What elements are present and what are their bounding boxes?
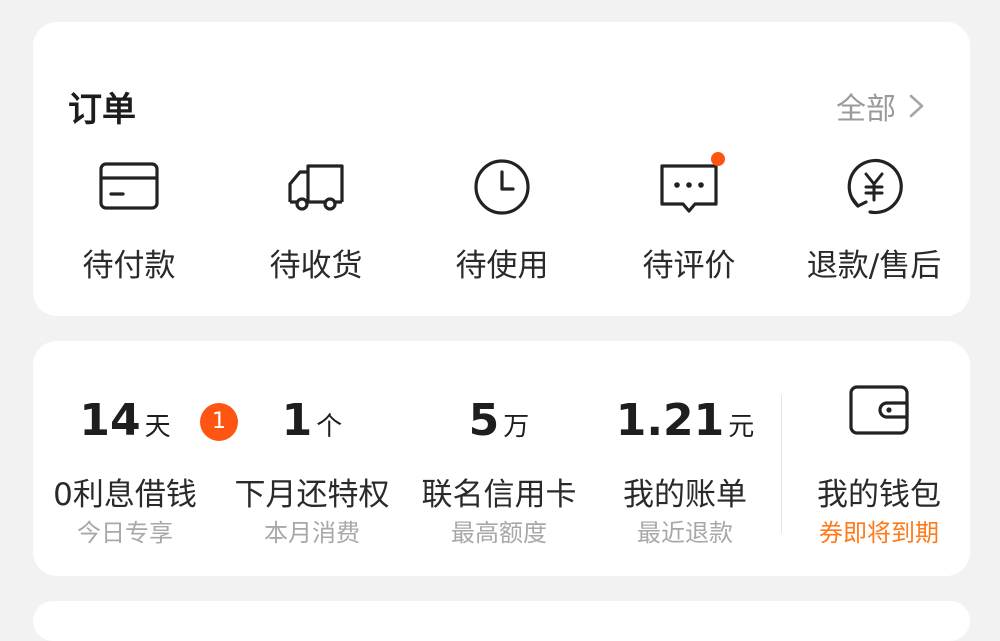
finance-value-number: 1.21	[615, 395, 725, 446]
view-all-label: 全部	[836, 92, 896, 127]
finance-item-bill[interactable]: 1.21 元 我的账单 最近退款	[590, 381, 780, 551]
view-all-orders-link[interactable]: 全部	[836, 84, 926, 128]
finance-item-wallet[interactable]: 我的钱包 券即将到期	[784, 381, 974, 551]
order-item-label: 待评价	[642, 248, 736, 284]
finance-value: 5万	[404, 395, 594, 446]
finance-subtitle: 最近退款	[637, 519, 733, 547]
finance-item-loan[interactable]: 14 天 1 0利息借钱 今日专享	[30, 381, 238, 551]
divider	[781, 395, 782, 533]
next-card	[33, 601, 970, 641]
truck-icon	[288, 164, 344, 211]
clock-icon	[474, 159, 530, 215]
order-item-label: 待付款	[82, 248, 176, 284]
order-item-label: 退款/售后	[806, 248, 942, 284]
finance-value-unit: 个	[316, 412, 343, 442]
finance-value-unit: 天	[144, 412, 171, 442]
yuan-refund-icon	[847, 158, 903, 215]
order-pending-use[interactable]: 待使用	[417, 154, 587, 304]
finance-subtitle: 今日专享	[77, 519, 173, 547]
order-pending-review[interactable]: 待评价	[604, 152, 774, 304]
finance-title: 0利息借钱	[53, 477, 197, 513]
card-icon	[99, 162, 159, 210]
finance-value-unit: 万	[503, 412, 530, 442]
order-section-title: 订单	[68, 90, 136, 130]
order-pending-receipt[interactable]: 待收货	[231, 154, 401, 304]
order-refund-aftersale[interactable]: 退款/售后	[789, 154, 959, 304]
comment-icon	[660, 164, 718, 213]
order-pending-payment[interactable]: 待付款	[44, 154, 214, 304]
finance-title: 我的账单	[623, 477, 747, 513]
finance-item-next-month[interactable]: 1个 下月还特权 本月消费	[217, 381, 407, 551]
finance-value: 1个	[217, 395, 407, 446]
finance-value-number: 1	[281, 395, 313, 446]
finance-value-number: 14	[79, 395, 141, 446]
finance-subtitle: 本月消费	[264, 519, 360, 547]
notification-dot	[711, 152, 725, 166]
wallet-icon	[849, 385, 909, 435]
finance-value: 14 天	[30, 395, 220, 446]
finance-subtitle: 最高额度	[451, 519, 547, 547]
finance-title: 联名信用卡	[421, 477, 577, 513]
order-card: 订单 全部 待付款 待收货 待使用 待评价 退款/售后	[33, 22, 970, 316]
wallet-subtitle: 券即将到期	[819, 519, 939, 547]
finance-card: 14 天 1 0利息借钱 今日专享 1个 下月还特权 本月消费 5万 联名信用卡 …	[33, 341, 970, 576]
finance-value-number: 5	[468, 395, 500, 446]
wallet-title: 我的钱包	[817, 477, 941, 513]
finance-value-unit: 元	[728, 412, 755, 442]
finance-title: 下月还特权	[234, 477, 390, 513]
order-item-label: 待收货	[269, 248, 363, 284]
finance-value: 1.21 元	[590, 395, 780, 446]
chevron-right-icon	[909, 94, 924, 118]
order-item-label: 待使用	[455, 248, 549, 284]
finance-item-credit-card[interactable]: 5万 联名信用卡 最高额度	[404, 381, 594, 551]
